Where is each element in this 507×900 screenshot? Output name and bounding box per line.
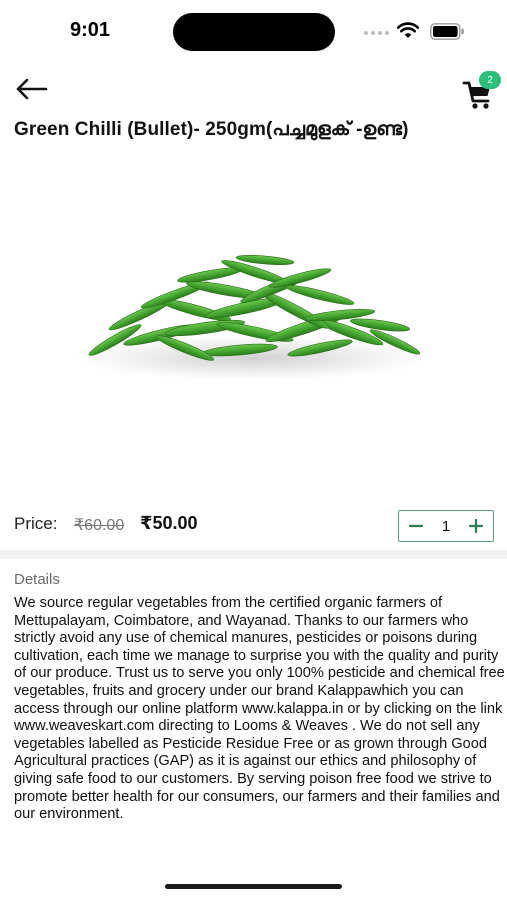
status-bar: 9:01 <box>0 0 507 62</box>
product-title: Green Chilli (Bullet)- 250gm(പച്ചമുളക് -… <box>14 119 409 140</box>
arrow-left-icon <box>16 78 48 100</box>
minus-icon <box>408 524 424 528</box>
price-label: Price: <box>14 514 58 533</box>
details-description: We source regular vegetables from the ce… <box>14 595 505 823</box>
back-button[interactable] <box>14 74 50 104</box>
wifi-icon <box>397 22 419 38</box>
product-image <box>77 254 427 380</box>
app-header: 2 <box>0 64 507 114</box>
increase-quantity-button[interactable] <box>467 517 485 535</box>
chilli-shape <box>285 285 355 305</box>
decrease-quantity-button[interactable] <box>407 517 425 535</box>
original-price: ₹60.00 <box>74 517 125 534</box>
section-divider <box>0 550 507 559</box>
cart-count-badge: 2 <box>479 71 501 89</box>
plus-icon <box>468 518 484 534</box>
quantity-value: 1 <box>441 517 451 535</box>
cellular-signal-icon <box>364 31 389 35</box>
details-heading: Details <box>14 571 60 588</box>
price-row: Price: ₹60.00 ₹50.00 1 <box>14 510 494 542</box>
status-time: 9:01 <box>70 19 111 41</box>
dynamic-island <box>173 13 335 51</box>
home-indicator[interactable] <box>165 884 342 889</box>
sale-price: ₹50.00 <box>140 513 198 533</box>
cart-button[interactable]: 2 <box>460 70 501 109</box>
battery-icon <box>430 23 464 40</box>
quantity-stepper[interactable]: 1 <box>398 510 494 542</box>
